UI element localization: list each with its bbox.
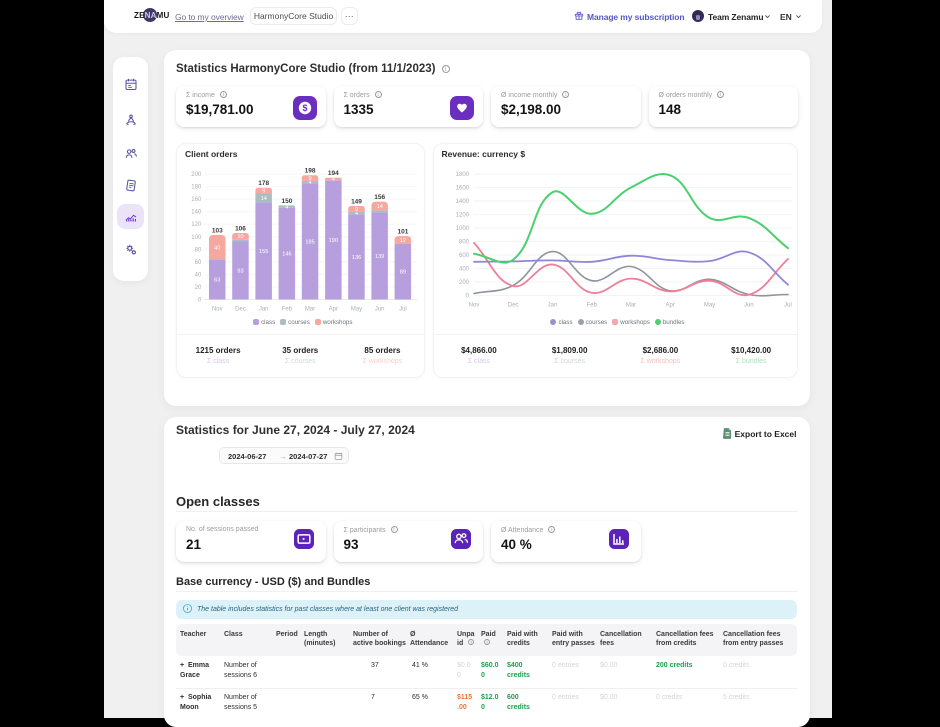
svg-text:400: 400 [458,267,469,273]
svg-text:101: 101 [397,229,408,236]
svg-text:4: 4 [332,177,335,183]
svg-text:600: 600 [458,253,469,259]
svg-text:1000: 1000 [455,226,469,232]
svg-text:Feb: Feb [282,307,293,313]
svg-text:14: 14 [261,196,267,202]
svg-text:4: 4 [285,205,288,211]
svg-text:1400: 1400 [455,199,469,205]
svg-text:1200: 1200 [455,213,469,219]
svg-text:178: 178 [258,180,269,187]
svg-text:9: 9 [262,189,265,195]
svg-text:800: 800 [458,240,469,246]
svg-text:9: 9 [309,176,312,182]
svg-text:Apr: Apr [665,303,674,309]
svg-text:156: 156 [374,194,385,201]
svg-text:190: 190 [329,238,338,244]
svg-text:155: 155 [259,249,268,255]
svg-text:Jul: Jul [399,307,407,313]
svg-text:0: 0 [465,294,469,300]
svg-text:120: 120 [191,222,202,228]
svg-text:106: 106 [235,225,246,232]
svg-text:200: 200 [458,280,469,286]
svg-text:100: 100 [191,235,202,241]
svg-text:40: 40 [214,245,220,251]
svg-text:140: 140 [191,210,202,216]
svg-text:160: 160 [191,197,202,203]
svg-text:10: 10 [237,234,243,240]
svg-text:89: 89 [400,270,406,276]
svg-text:Apr: Apr [329,307,338,313]
svg-text:Jan: Jan [547,303,557,309]
svg-text:$: $ [302,103,307,113]
svg-text:Nov: Nov [212,307,223,313]
svg-text:Dec: Dec [507,303,518,309]
svg-text:150: 150 [281,198,292,205]
svg-text:Feb: Feb [586,303,597,309]
svg-text:May: May [703,303,714,309]
svg-text:Mar: Mar [625,303,635,309]
svg-text:139: 139 [375,254,384,260]
svg-text:Jan: Jan [259,307,269,313]
svg-text:Mar: Mar [305,307,315,313]
svg-text:103: 103 [212,227,223,234]
svg-text:149: 149 [351,198,362,205]
svg-text:Jun: Jun [743,303,753,309]
svg-text:Jul: Jul [784,303,792,309]
svg-text:136: 136 [352,255,361,261]
svg-text:0: 0 [198,298,202,304]
svg-text:Jun: Jun [375,307,385,313]
svg-text:80: 80 [195,247,202,253]
svg-text:194: 194 [328,170,339,177]
svg-text:185: 185 [305,240,314,246]
svg-text:Dec: Dec [235,307,246,313]
svg-text:14: 14 [377,204,383,210]
svg-text:60: 60 [195,260,202,266]
svg-text:20: 20 [195,285,202,291]
svg-text:180: 180 [191,185,202,191]
svg-text:40: 40 [195,272,202,278]
svg-text:200: 200 [191,172,202,178]
svg-text:93: 93 [237,268,243,274]
svg-text:May: May [351,307,362,313]
svg-text:1600: 1600 [455,186,469,192]
svg-text:198: 198 [305,168,316,175]
svg-text:63: 63 [214,278,220,284]
svg-text:146: 146 [282,252,291,258]
svg-text:9: 9 [355,207,358,213]
svg-text:1800: 1800 [455,172,469,178]
svg-text:12: 12 [400,238,406,244]
svg-text:Nov: Nov [468,303,479,309]
